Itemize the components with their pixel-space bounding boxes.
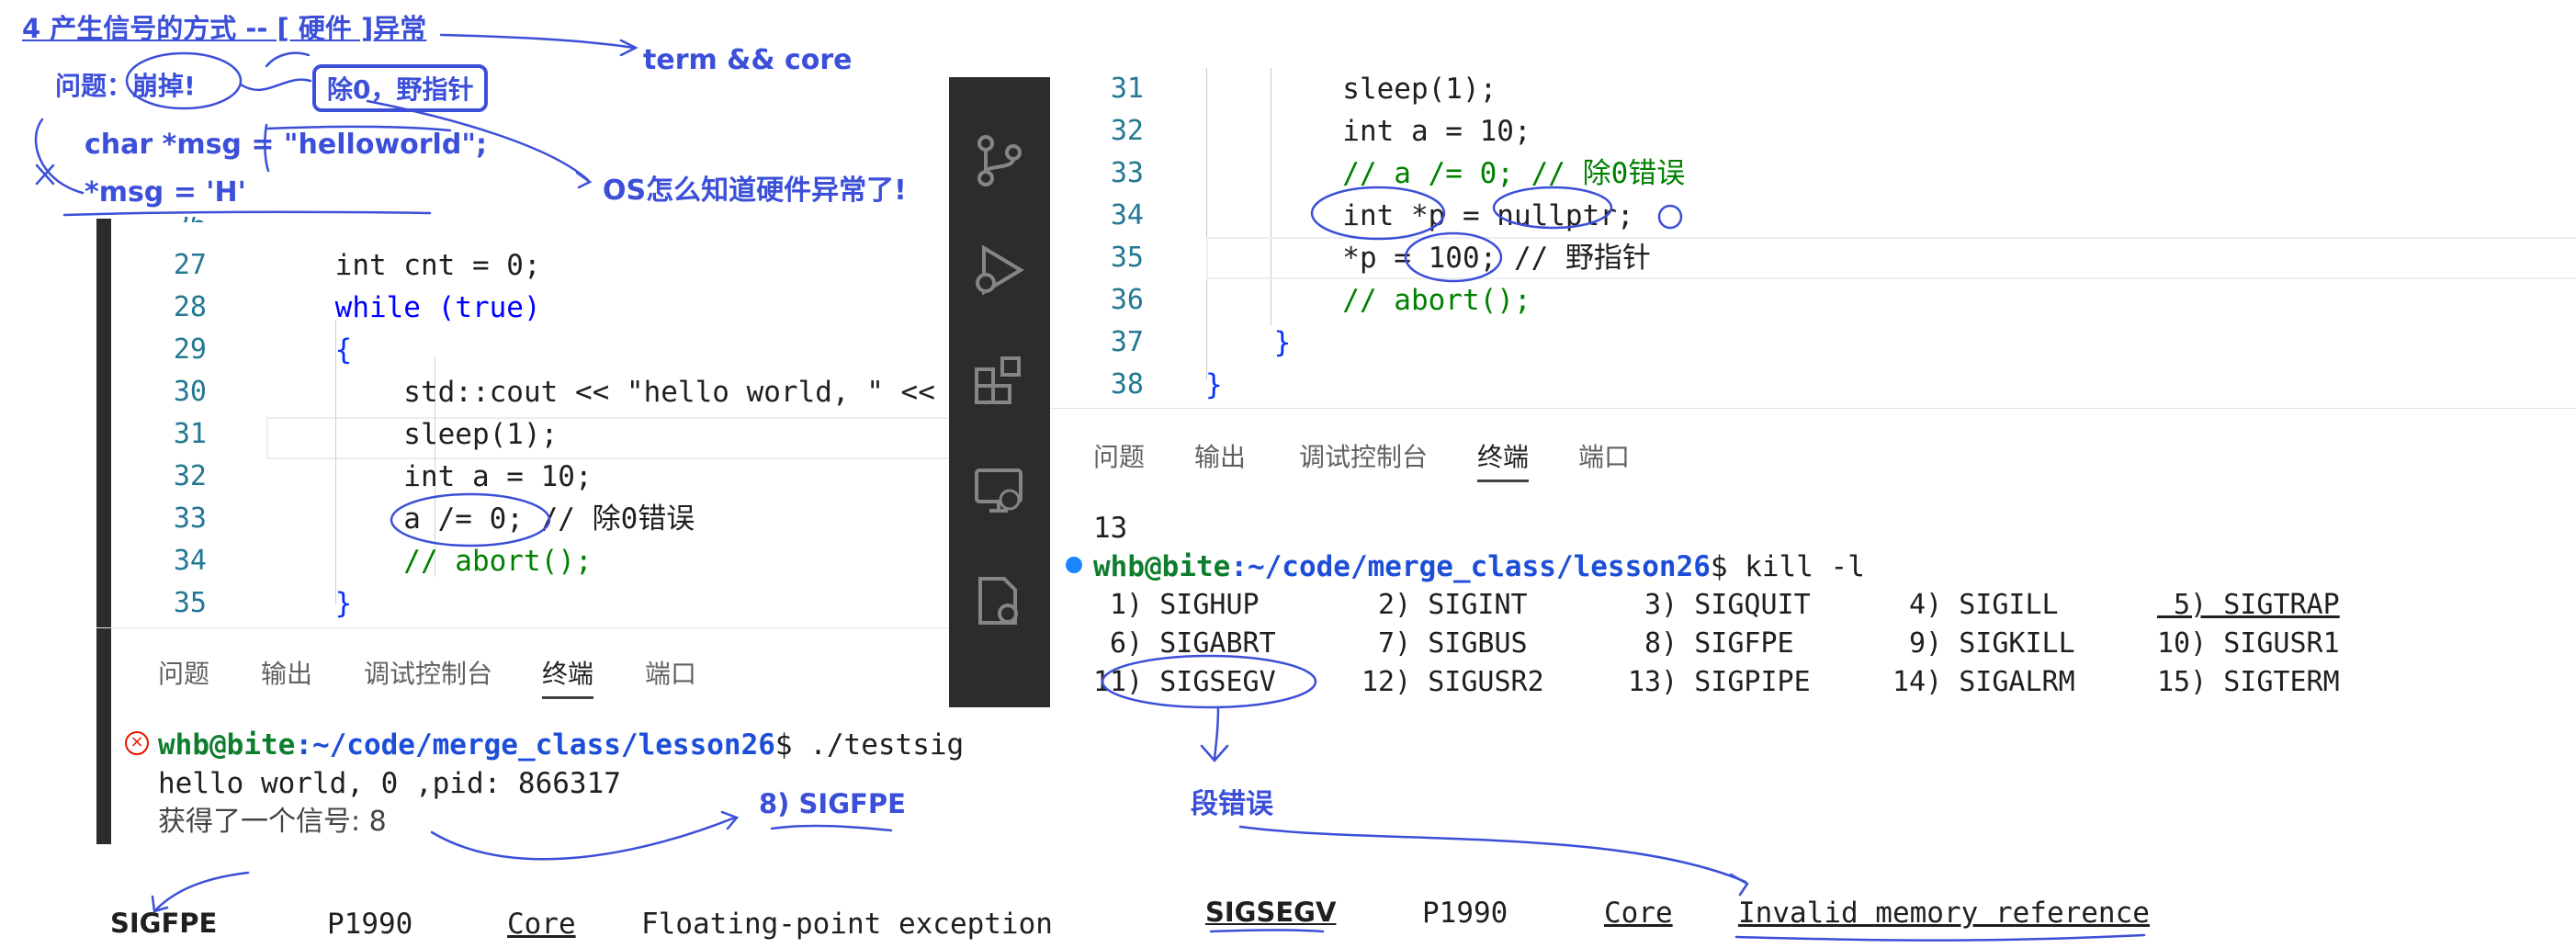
annotation-strokes (34, 33, 2146, 942)
